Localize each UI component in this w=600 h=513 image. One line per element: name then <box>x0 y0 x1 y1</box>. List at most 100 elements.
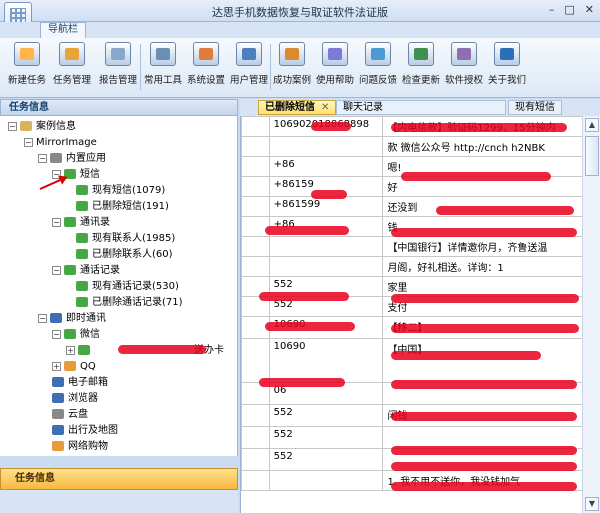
collapse-icon[interactable]: − <box>52 217 61 227</box>
tree-node-deleted-sms[interactable]: 已删除短信(191) <box>76 200 169 214</box>
maximize-button[interactable]: □ <box>564 3 574 16</box>
expand-icon[interactable]: + <box>52 361 61 371</box>
feedback-button[interactable]: 问题反馈 <box>358 42 398 92</box>
scroll-down-icon[interactable]: ▼ <box>585 497 599 511</box>
scroll-up-icon[interactable]: ▲ <box>585 118 599 132</box>
new-task-button[interactable]: 新建任务 <box>8 42 46 92</box>
tree-node-existing-contacts[interactable]: 现有联系人(1985) <box>76 232 175 246</box>
tree-node-travel-maps[interactable]: 出行及地图 <box>52 424 118 438</box>
window-controls: – □ ✕ <box>549 3 594 16</box>
table-row[interactable]: 【中国银行】详情邀你月，齐鲁送温 <box>241 236 582 257</box>
tree-node-qq[interactable]: + QQ <box>52 360 96 374</box>
table-cell-phone: 552 <box>268 404 384 427</box>
redaction-mark <box>311 122 351 131</box>
cloud-icon <box>52 409 64 419</box>
tree-node-builtin-apps[interactable]: − 内置应用 <box>38 152 106 166</box>
table-row[interactable]: 月阁，好礼相送。详询：1 <box>241 256 582 277</box>
table-cell-num <box>241 470 270 491</box>
user-manage-button[interactable]: 用户管理 <box>229 42 269 92</box>
redaction-mark <box>391 324 579 333</box>
redaction-mark <box>391 351 541 360</box>
table-cell-num <box>241 236 270 257</box>
task-manage-button[interactable]: 任务管理 <box>52 42 92 92</box>
left-panel-footer <box>0 490 238 513</box>
redaction-mark <box>391 228 577 237</box>
tree-node-browser[interactable]: 浏览器 <box>52 392 98 406</box>
settings-button[interactable]: 系统设置 <box>186 42 226 92</box>
wechat-icon <box>78 345 90 355</box>
redaction-mark <box>265 322 355 331</box>
tab-existing-sms[interactable]: 现有短信 <box>508 100 562 115</box>
table-cell-text: 【中国】 <box>382 338 582 383</box>
tree-node-cloud-drive[interactable]: 云盘 <box>52 408 88 422</box>
tree-node-existing-calls[interactable]: 现有通话记录(530) <box>76 280 179 294</box>
success-cases-button[interactable]: 成功案例 <box>272 42 312 92</box>
task-info-bar[interactable]: 任务信息 <box>0 468 238 490</box>
table-cell-phone: +86 <box>268 156 384 177</box>
table-row[interactable]: 款 微信公众号 http://cnch h2NBK <box>241 136 582 157</box>
table-cell-num <box>241 176 270 197</box>
close-tab-icon[interactable]: ✕ <box>321 102 329 113</box>
table-cell-num <box>241 196 270 217</box>
chat-icon <box>50 313 62 323</box>
help-button[interactable]: 使用帮助 <box>315 42 355 92</box>
collapse-icon[interactable]: − <box>24 137 33 147</box>
tree-node-deleted-calls[interactable]: 已删除通话记录(71) <box>76 296 183 310</box>
redaction-mark <box>259 378 345 387</box>
table-cell-num <box>241 256 270 277</box>
table-cell-phone <box>268 256 384 277</box>
expand-icon[interactable]: + <box>66 345 75 355</box>
vertical-scrollbar[interactable]: ▲ ▼ <box>582 116 600 513</box>
tree-node-deleted-contacts[interactable]: 已删除联系人(60) <box>76 248 173 262</box>
about-button[interactable]: 关于我们 <box>487 42 527 92</box>
redaction-mark <box>391 294 579 303</box>
table-row[interactable]: 10690【中国】 <box>241 338 582 383</box>
contact-icon <box>76 233 88 243</box>
collapse-icon[interactable]: − <box>8 121 17 131</box>
collapse-icon[interactable]: − <box>38 313 47 323</box>
tree-node-mirror-image[interactable]: − MirrorImage <box>24 136 97 150</box>
tree-node-email[interactable]: 电子邮箱 <box>52 376 108 390</box>
table-cell-num <box>241 136 270 157</box>
tree-node-wechat[interactable]: − 微信 <box>52 328 100 342</box>
table-cell-num <box>241 448 270 471</box>
redaction-mark <box>391 482 577 491</box>
tree-node-online-shopping[interactable]: 网络购物 <box>52 440 108 454</box>
close-button[interactable]: ✕ <box>585 3 594 16</box>
table-cell-num <box>241 216 270 237</box>
tree-node-contacts[interactable]: − 通讯录 <box>52 216 110 230</box>
contacts-icon <box>64 217 76 227</box>
browser-icon <box>52 393 64 403</box>
report-manage-button[interactable]: 报告管理 <box>98 42 138 92</box>
sms-icon <box>76 201 88 211</box>
minimize-button[interactable]: – <box>549 3 555 16</box>
tree-node-instant-messaging[interactable]: − 即时通讯 <box>38 312 106 326</box>
update-icon <box>408 42 434 66</box>
settings-icon <box>193 42 219 66</box>
redaction-mark <box>265 226 349 235</box>
tab-navigation[interactable]: 导航栏 <box>40 22 86 38</box>
tree-node-existing-sms[interactable]: 现有短信(1079) <box>76 184 165 198</box>
tab-deleted-sms[interactable]: 已删除短信 ✕ <box>258 100 337 115</box>
table-cell-phone: 10690 <box>268 338 384 383</box>
email-icon <box>52 377 64 387</box>
collapse-icon[interactable]: − <box>38 153 47 163</box>
tab-chat-records[interactable]: 聊天记录 <box>336 100 506 115</box>
cases-icon <box>279 42 305 66</box>
license-button[interactable]: 软件授权 <box>444 42 484 92</box>
scroll-thumb[interactable] <box>585 136 599 176</box>
collapse-icon[interactable]: − <box>52 329 61 339</box>
table-cell-phone <box>268 470 384 491</box>
new-task-icon <box>14 42 40 66</box>
wechat-icon <box>64 329 76 339</box>
tree-node-case-info[interactable]: − 案例信息 <box>8 120 76 134</box>
table-cell-text: 款 微信公众号 http://cnch h2NBK <box>382 136 582 157</box>
redaction-mark <box>391 462 577 471</box>
tree-node-call-log[interactable]: − 通话记录 <box>52 264 120 278</box>
left-panel-header: 任务信息 <box>0 99 238 116</box>
collapse-icon[interactable]: − <box>52 265 61 275</box>
table-cell-phone <box>268 136 384 157</box>
check-update-button[interactable]: 检查更新 <box>401 42 441 92</box>
sms-icon <box>76 185 88 195</box>
tools-button[interactable]: 常用工具 <box>143 42 183 92</box>
